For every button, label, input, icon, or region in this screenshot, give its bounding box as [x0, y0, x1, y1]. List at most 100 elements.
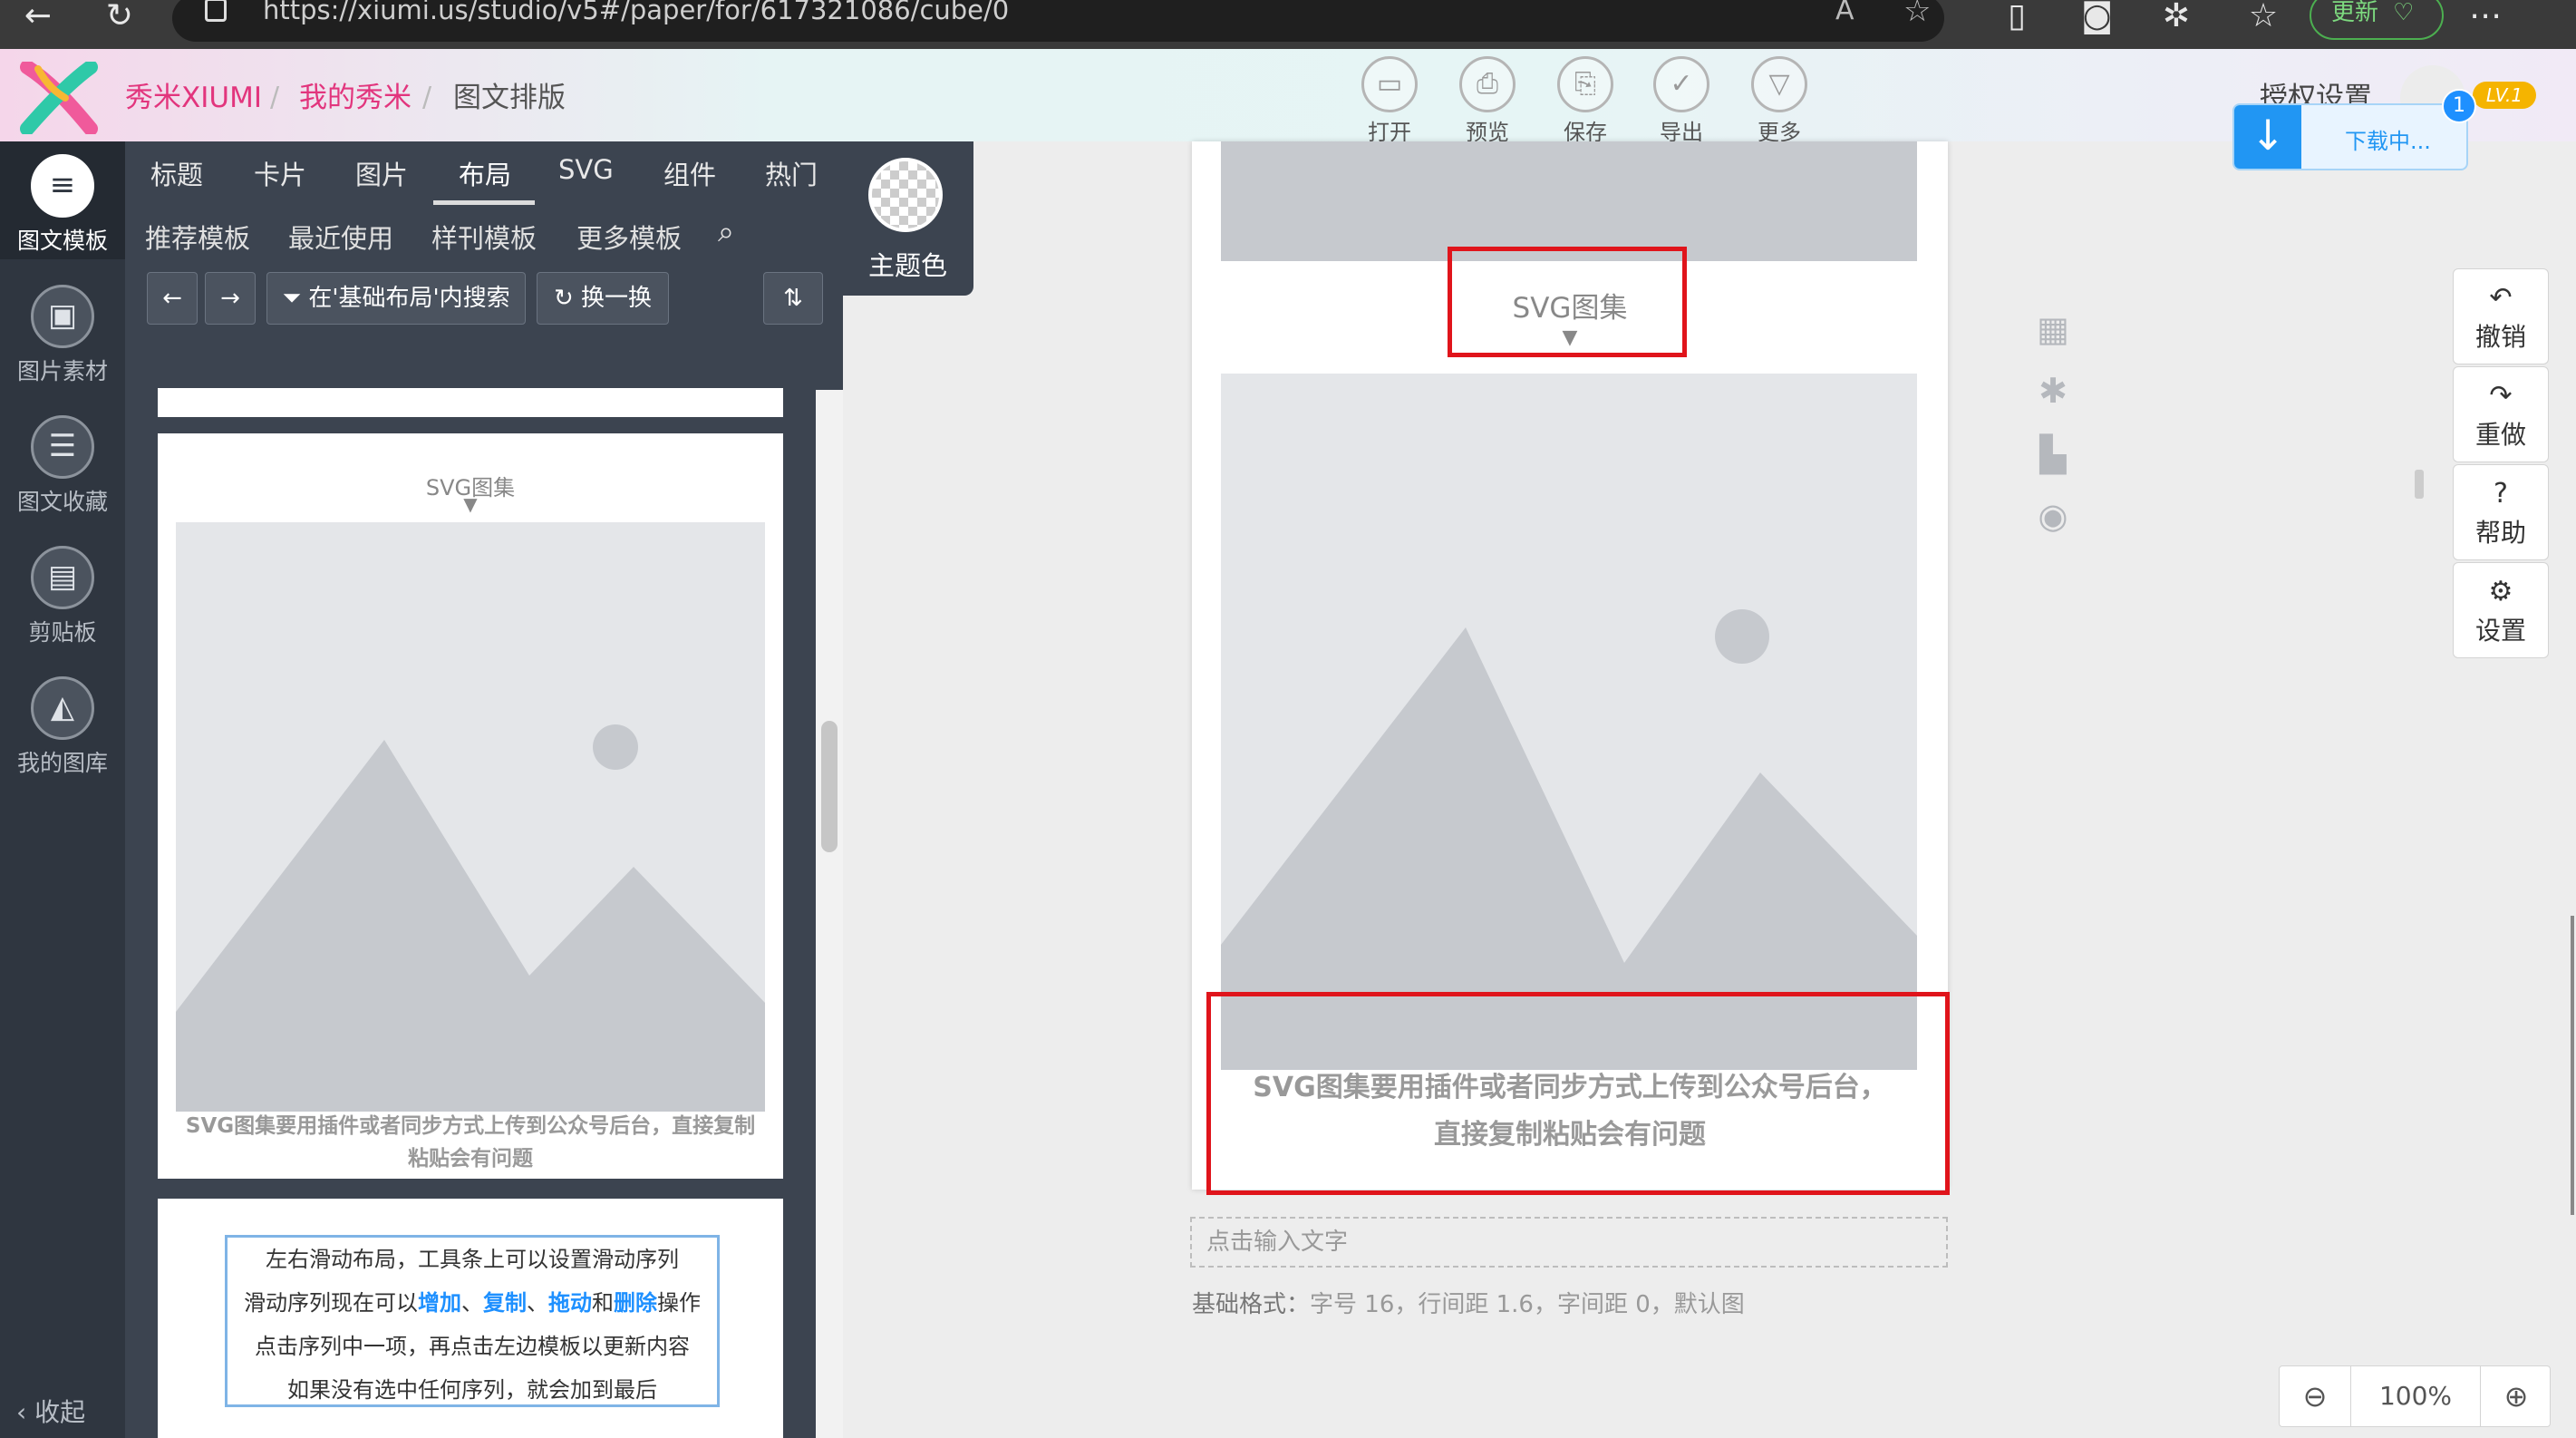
- more-button[interactable]: ▽ 更多: [1738, 56, 1820, 146]
- puzzle-icon[interactable]: ✲: [2161, 0, 2192, 36]
- filter-icon: ⏷: [282, 285, 309, 312]
- rail-item-my-gallery[interactable]: ◭ 我的图库: [0, 676, 125, 778]
- update-heart-icon: ♡: [2393, 0, 2415, 26]
- template-card-slide-layout[interactable]: 左右滑动布局，工具条上可以设置滑动序列 滑动序列现在可以增加、复制、拖动和删除操…: [158, 1199, 783, 1438]
- breadcrumb-separator: /: [270, 82, 280, 113]
- tab-hot[interactable]: 热门: [765, 154, 818, 192]
- search-icon[interactable]: ⌕: [718, 214, 734, 249]
- zoom-out-icon: ⊖: [2302, 1379, 2328, 1414]
- chevron-left-icon: ‹: [16, 1397, 35, 1427]
- reload-icon[interactable]: ↻: [102, 0, 138, 36]
- breadcrumb-separator: /: [422, 82, 432, 113]
- rail-item-favorites[interactable]: ☰ 图文收藏: [0, 415, 125, 517]
- template-list: SVG图集 ▼ SVG图集要用插件或者同步方式上传到公众号后台，直接复制粘贴会有…: [125, 379, 816, 1438]
- image-icon: ▣: [31, 285, 94, 348]
- settings-button[interactable]: ⚙ 设置: [2453, 562, 2549, 658]
- arrow-left-icon: ←: [162, 285, 182, 312]
- lock-icon: [205, 0, 227, 22]
- folder-icon: ▭: [1361, 56, 1418, 112]
- tab-component[interactable]: 组件: [663, 154, 716, 192]
- rail-item-templates[interactable]: ≡ 图文模板: [0, 141, 125, 259]
- tab-card[interactable]: 卡片: [254, 154, 306, 192]
- subtab-sample[interactable]: 样刊模板: [431, 218, 537, 256]
- shuffle-button[interactable]: ↻ 换一换: [537, 272, 669, 325]
- zoom-level: 100%: [2350, 1366, 2481, 1426]
- bar-chart-icon[interactable]: ▙: [2032, 433, 2074, 475]
- zoom-out-button[interactable]: ⊖: [2280, 1366, 2350, 1426]
- favorites-icon[interactable]: ☆: [2248, 0, 2279, 36]
- help-button[interactable]: ? 帮助: [2453, 464, 2549, 560]
- eye-icon[interactable]: ◉: [2032, 495, 2074, 537]
- xiumi-logo-icon[interactable]: [20, 62, 98, 134]
- breadcrumb-current: 图文排版: [453, 82, 566, 114]
- undo-button[interactable]: ↶ 撤销: [2453, 268, 2549, 364]
- extension-icon[interactable]: ◙: [2081, 0, 2113, 36]
- tab-title[interactable]: 标题: [150, 154, 203, 192]
- back-icon[interactable]: ←: [20, 0, 56, 36]
- rail-item-image-materials[interactable]: ▣ 图片素材: [0, 285, 125, 386]
- search-scope-button[interactable]: ⏷ 在'基础布局'内搜索: [266, 272, 526, 325]
- reading-mode-icon[interactable]: ▯: [2001, 0, 2032, 36]
- template-scrollbar-thumb[interactable]: [821, 721, 838, 852]
- refresh-icon: ↻: [553, 285, 582, 312]
- check-icon: ✓: [1653, 56, 1709, 112]
- tab-svg[interactable]: SVG: [558, 154, 614, 185]
- clipboard-icon: ▤: [31, 546, 94, 609]
- template-card-svg-gallery[interactable]: SVG图集 ▼ SVG图集要用插件或者同步方式上传到公众号后台，直接复制粘贴会有…: [158, 433, 783, 1179]
- collapse-button[interactable]: ‹ 收起: [16, 1393, 85, 1429]
- favorite-star-icon[interactable]: ☆: [1903, 0, 1931, 29]
- image-placeholder-icon: [176, 522, 765, 1112]
- zoom-in-icon: ⊕: [2503, 1379, 2529, 1414]
- sort-icon: ⇅: [783, 285, 803, 312]
- tab-layout[interactable]: 布局: [459, 154, 511, 192]
- browser-update-button[interactable]: 更新 ♡: [2310, 0, 2444, 40]
- theme-color-label: 主题色: [868, 250, 948, 281]
- breadcrumb-my-xiumi[interactable]: 我的秀米: [299, 82, 412, 114]
- redo-button[interactable]: ↷ 重做: [2453, 366, 2549, 462]
- settings-icon: ⚙: [2488, 576, 2513, 607]
- more-icon: ▽: [1751, 56, 1807, 112]
- app-header: 秀米XIUMI / 我的秀米 / 图文排版 ▭ 打开 ⎙ 预览 ⎘ 保存 ✓ 导出 ▽ 更…: [0, 49, 2576, 145]
- arrow-right-icon: →: [220, 285, 240, 312]
- gallery-image-placeholder[interactable]: [1221, 374, 1917, 1070]
- tab-image[interactable]: 图片: [355, 154, 408, 192]
- asterisk-icon[interactable]: ✱: [2032, 370, 2074, 412]
- export-button[interactable]: ✓ 导出: [1641, 56, 1722, 146]
- template-card-partial[interactable]: [158, 388, 783, 417]
- rail-item-clipboard[interactable]: ▤ 剪贴板: [0, 546, 125, 647]
- browser-menu-icon[interactable]: ⋯: [2469, 0, 2502, 36]
- page-scrollbar[interactable]: [2571, 916, 2574, 1215]
- subtab-recent[interactable]: 最近使用: [288, 218, 393, 256]
- next-button[interactable]: →: [205, 272, 256, 325]
- zoom-in-button[interactable]: ⊕: [2481, 1366, 2552, 1426]
- base-format-info[interactable]: 基础格式：字号 16，行间距 1.6，字间距 0，默认图: [1192, 1286, 1745, 1319]
- grid-icon[interactable]: ▦: [2032, 308, 2074, 350]
- theme-color-swatch[interactable]: [868, 158, 943, 232]
- save-button[interactable]: ⎘ 保存: [1545, 56, 1626, 146]
- text-input-area[interactable]: 点击输入文字: [1190, 1217, 1948, 1268]
- active-tab-underline: [433, 200, 535, 205]
- level-badge: LV.1: [2473, 82, 2536, 109]
- preview-button[interactable]: ⎙ 预览: [1447, 56, 1528, 146]
- save-icon: ⎘: [1557, 56, 1613, 112]
- address-bar[interactable]: https://xiumi.us/studio/v5#/paper/for/61…: [172, 0, 1944, 42]
- subtab-more[interactable]: 更多模板: [576, 218, 682, 256]
- download-count-badge: 1: [2442, 89, 2476, 123]
- read-aloud-icon[interactable]: A: [1835, 0, 1855, 26]
- sort-button[interactable]: ⇅: [763, 272, 823, 325]
- slide-layout-intro: 左右滑动布局，工具条上可以设置滑动序列 滑动序列现在可以增加、复制、拖动和删除操…: [225, 1235, 720, 1407]
- highlight-box-caption: [1206, 992, 1950, 1195]
- template-scrollbar[interactable]: [816, 390, 843, 1438]
- panel-resize-handle[interactable]: [2415, 470, 2424, 499]
- download-toast[interactable]: ↓ 下载中...: [2232, 103, 2468, 170]
- image-placeholder-top[interactable]: [1221, 141, 1917, 261]
- brand-link[interactable]: 秀米XIUMI: [125, 82, 262, 114]
- prev-button[interactable]: ←: [147, 272, 198, 325]
- highlight-box-title: [1448, 247, 1687, 357]
- subtab-recommended[interactable]: 推荐模板: [145, 218, 250, 256]
- browser-toolbar: ← ↻ https://xiumi.us/studio/v5#/paper/fo…: [0, 0, 2576, 49]
- download-status: 下载中...: [2345, 129, 2431, 154]
- open-button[interactable]: ▭ 打开: [1349, 56, 1430, 146]
- left-rail: ≡ 图文模板 ▣ 图片素材 ☰ 图文收藏 ▤ 剪贴板 ◭ 我的图库: [0, 141, 125, 1438]
- bookmark-icon: ☰: [31, 415, 94, 479]
